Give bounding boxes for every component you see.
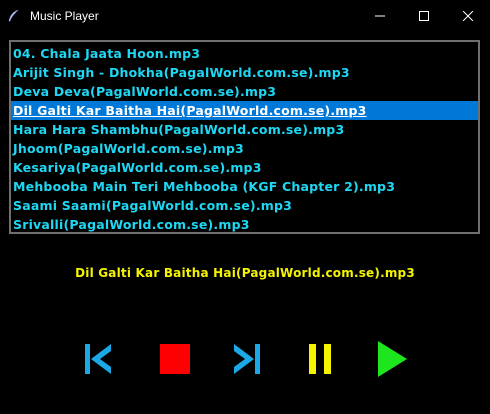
playlist-item[interactable]: 04. Chala Jaata Hoon.mp3: [11, 44, 478, 63]
close-icon: [463, 10, 473, 21]
pause-icon: [309, 344, 331, 374]
playback-controls: [0, 337, 490, 381]
playlist-item[interactable]: Saami Saami(PagalWorld.com.se).mp3: [11, 196, 478, 215]
playlist-item[interactable]: Srivalli(PagalWorld.com.se).mp3: [11, 215, 478, 234]
maximize-button[interactable]: [402, 0, 446, 31]
feather-icon: [6, 8, 22, 24]
stop-icon: [160, 344, 190, 374]
playlist-item[interactable]: Hara Hara Shambhu(PagalWorld.com.se).mp3: [11, 120, 478, 139]
playlist-box[interactable]: 04. Chala Jaata Hoon.mp3 Arijit Singh - …: [9, 40, 480, 234]
close-button[interactable]: [446, 0, 490, 31]
playlist-item[interactable]: Deva Deva(PagalWorld.com.se).mp3: [11, 82, 478, 101]
playlist-item[interactable]: Arijit Singh - Dhokha(PagalWorld.com.se)…: [11, 63, 478, 82]
playlist-item[interactable]: Mehbooba Main Teri Mehbooba (KGF Chapter…: [11, 177, 478, 196]
maximize-icon: [419, 10, 429, 21]
minimize-icon: [375, 15, 385, 16]
now-playing-label: Dil Galti Kar Baitha Hai(PagalWorld.com.…: [75, 266, 415, 280]
skip-next-icon: [234, 344, 260, 374]
play-icon: [378, 341, 407, 377]
next-button[interactable]: [227, 337, 267, 381]
playlist-item[interactable]: Dil Galti Kar Baitha Hai(PagalWorld.com.…: [11, 101, 478, 120]
minimize-button[interactable]: [358, 0, 402, 31]
playlist-item[interactable]: Jhoom(PagalWorld.com.se).mp3: [11, 139, 478, 158]
skip-previous-icon: [85, 344, 111, 374]
play-button[interactable]: [372, 337, 412, 381]
title-bar: Music Player: [0, 0, 490, 31]
previous-button[interactable]: [78, 337, 118, 381]
window-title: Music Player: [30, 8, 99, 23]
pause-button[interactable]: [300, 337, 340, 381]
stop-button[interactable]: [155, 337, 195, 381]
playlist-item[interactable]: Kesariya(PagalWorld.com.se).mp3: [11, 158, 478, 177]
